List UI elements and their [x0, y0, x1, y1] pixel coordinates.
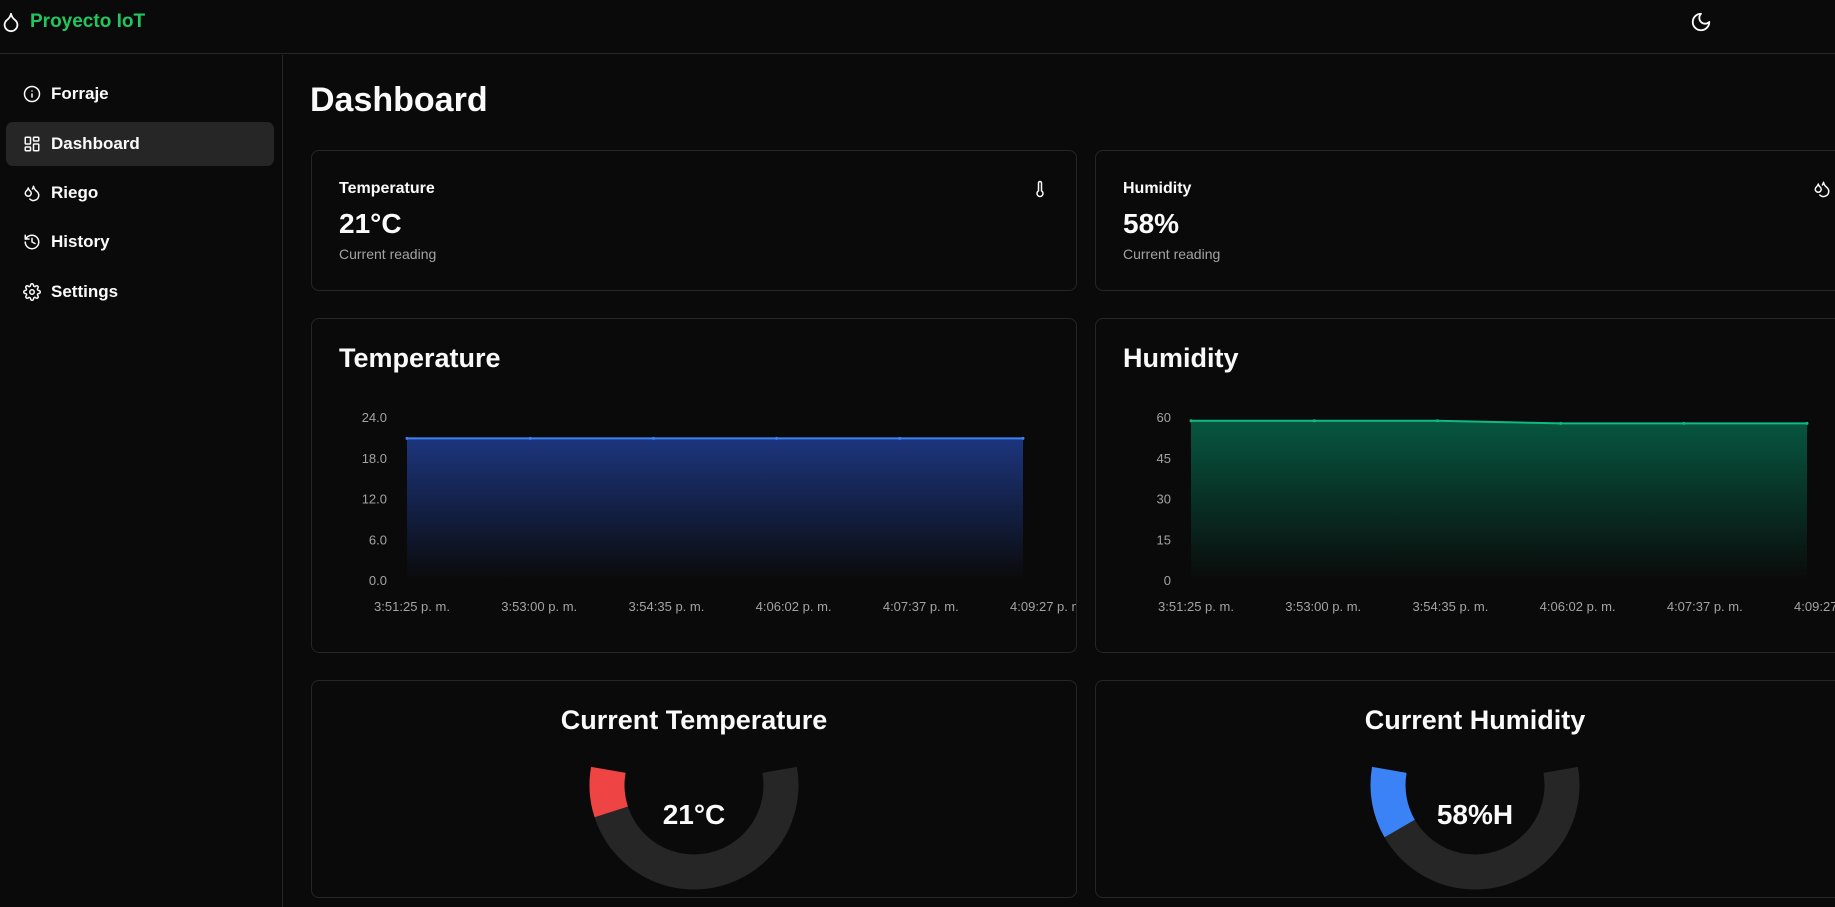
x-tick-label: 3:54:35 p. m. — [1412, 599, 1488, 614]
temperature-gauge — [589, 766, 799, 890]
moon-icon[interactable] — [1690, 11, 1712, 33]
chart-area-fill — [407, 438, 1023, 581]
humidity-stat-card: Humidity 58% Current reading — [1095, 150, 1835, 291]
chart-data-point — [1682, 421, 1686, 425]
stat-label: Temperature — [339, 180, 435, 197]
chart-data-point — [528, 436, 532, 440]
x-tick-label: 4:06:02 p. m. — [756, 599, 832, 614]
x-tick-label: 3:51:25 p. m. — [1158, 599, 1234, 614]
top-bar: Proyecto IoT — [0, 0, 1835, 54]
sidebar-item-label: History — [51, 232, 110, 251]
y-tick-label: 12.0 — [362, 492, 387, 507]
history-icon — [24, 234, 40, 250]
x-tick-label: 4:07:37 p. m. — [1667, 599, 1743, 614]
sidebar-item-forraje[interactable]: Forraje — [6, 72, 274, 116]
chart-data-point — [1435, 419, 1439, 423]
stat-label: Humidity — [1123, 180, 1192, 197]
stat-value: 21°C — [339, 208, 402, 239]
chart-data-point — [1312, 419, 1316, 423]
temperature-stat-card: Temperature 21°C Current reading — [311, 150, 1077, 291]
temperature-gauge-card: Current Temperature 21°C — [311, 680, 1077, 898]
x-tick-label: 4:07:37 p. m. — [883, 599, 959, 614]
y-tick-label: 6.0 — [369, 532, 387, 547]
chart-data-point — [1559, 421, 1563, 425]
info-icon — [23, 85, 41, 103]
droplets-icon — [24, 185, 40, 202]
sidebar-item-riego[interactable]: Riego — [6, 171, 274, 215]
gear-icon — [23, 283, 41, 301]
droplets-icon — [1814, 181, 1830, 198]
stat-subtitle: Current reading — [339, 246, 437, 262]
thermometer-icon — [1036, 180, 1044, 198]
gauge-value: 21°C — [662, 799, 726, 830]
humidity-chart: 0 15 30 45 60 3:51:25 p. m. 3:53:00 p. m. 3:54:… — [1157, 410, 1835, 614]
x-tick-label: 3:53:00 p. m. — [501, 599, 577, 614]
x-tick-label: 4:06:02 p. m. — [1540, 599, 1616, 614]
x-tick-label: 3:54:35 p. m. — [628, 599, 704, 614]
chart-data-point — [898, 436, 902, 440]
humidity-chart-card: Humidity 0 15 30 45 60 3:51:25 p. m. 3:53:00 p… — [1095, 318, 1835, 653]
y-tick-label: 0.0 — [369, 573, 387, 588]
x-tick-label: 4:09:27 p. m. — [1794, 599, 1835, 614]
brand-name: Proyecto IoT — [30, 11, 146, 32]
y-tick-label: 30 — [1157, 492, 1171, 507]
x-tick-label: 4:09:27 p. m. — [1010, 599, 1076, 614]
y-tick-label: 60 — [1157, 410, 1171, 425]
sidebar-item-label: Forraje — [51, 84, 109, 103]
temperature-chart: 0.0 6.0 12.0 18.0 24.0 3:51:25 p. m. 3:53:00 p… — [362, 410, 1076, 614]
chart-data-point — [1021, 436, 1025, 440]
main-content: Dashboard Temperature 21°C Current readi… — [284, 55, 1835, 907]
brand[interactable]: Proyecto IoT — [0, 10, 145, 34]
stat-value: 58% — [1123, 208, 1180, 239]
humidity-gauge-card: Current Humidity 58%H — [1095, 680, 1835, 898]
droplet-icon — [3, 12, 19, 33]
humidity-gauge — [1370, 766, 1580, 890]
sidebar-item-label: Riego — [51, 183, 99, 202]
y-tick-label: 45 — [1157, 451, 1171, 466]
chart-data-point — [651, 436, 655, 440]
chart-data-point — [1189, 419, 1193, 423]
chart-area-fill — [1191, 420, 1807, 581]
sidebar-item-label: Settings — [51, 282, 119, 301]
sidebar-item-label: Dashboard — [51, 134, 140, 153]
stat-subtitle: Current reading — [1123, 246, 1221, 262]
page-title: Dashboard — [310, 81, 488, 119]
sidebar: Forraje Dashboard Riego History Settings — [0, 55, 283, 907]
y-tick-label: 0 — [1164, 573, 1171, 588]
x-tick-label: 3:51:25 p. m. — [374, 599, 450, 614]
sidebar-item-settings[interactable]: Settings — [6, 270, 274, 314]
x-tick-label: 3:53:00 p. m. — [1285, 599, 1361, 614]
sidebar-item-history[interactable]: History — [6, 220, 274, 264]
sidebar-item-dashboard[interactable]: Dashboard — [6, 122, 274, 166]
gauge-value: 58%H — [1436, 799, 1514, 830]
chart-data-point — [405, 436, 409, 440]
chart-data-point — [775, 436, 779, 440]
y-tick-label: 18.0 — [362, 451, 387, 466]
dashboard-icon — [24, 136, 40, 152]
temperature-chart-card: Temperature 0.0 6.0 12.0 18.0 24.0 3:51:25 p.… — [311, 318, 1077, 653]
chart-data-point — [1805, 421, 1809, 425]
y-tick-label: 24.0 — [362, 410, 387, 425]
y-tick-label: 15 — [1157, 532, 1171, 547]
